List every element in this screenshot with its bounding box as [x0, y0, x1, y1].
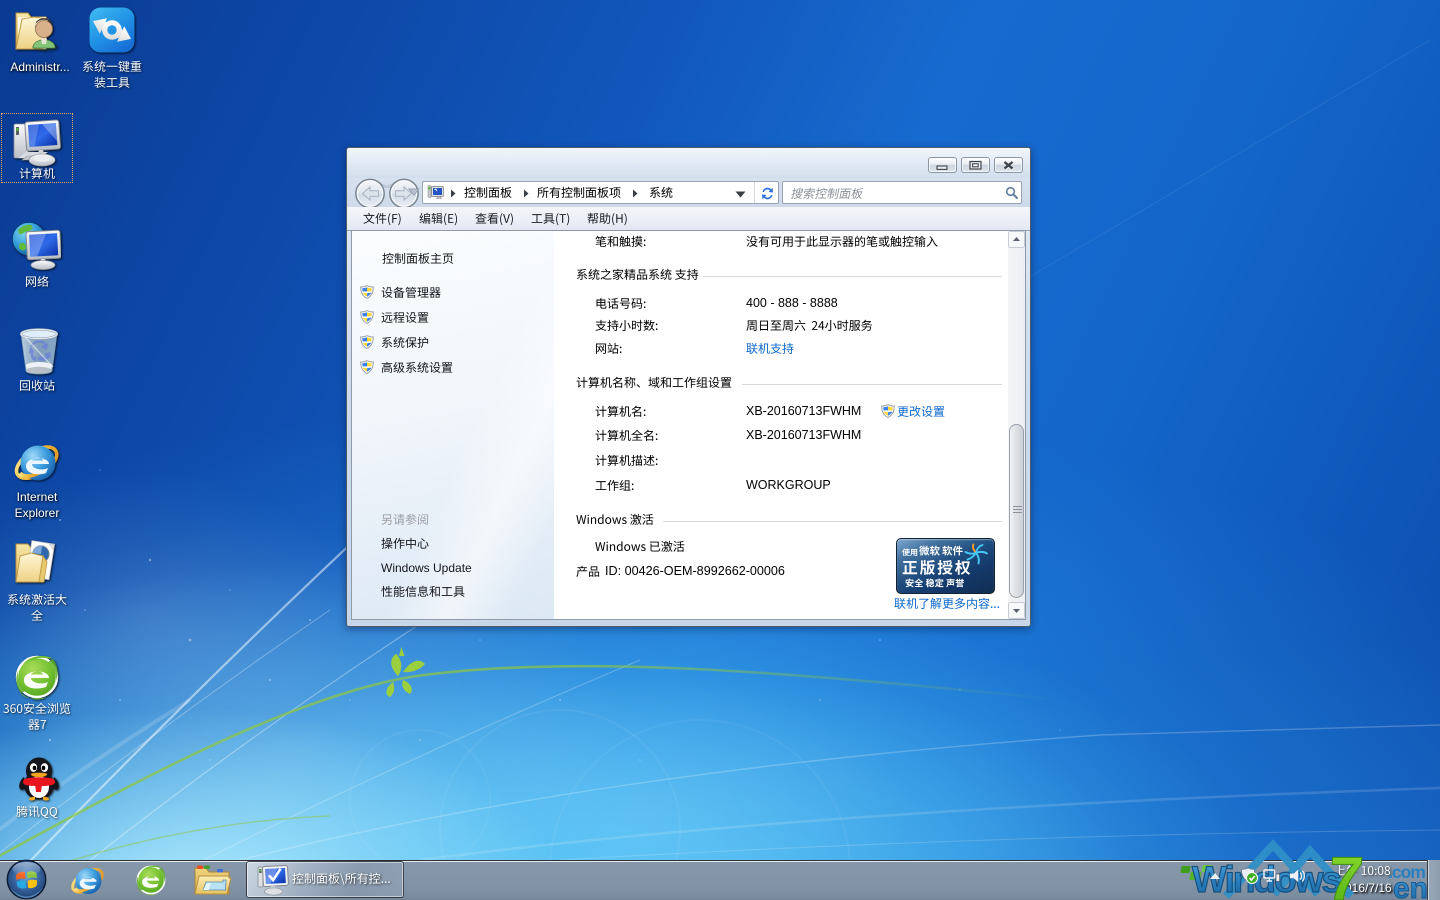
svg-text:7: 7 — [1324, 845, 1366, 900]
svg-text:en: en — [1393, 872, 1428, 900]
